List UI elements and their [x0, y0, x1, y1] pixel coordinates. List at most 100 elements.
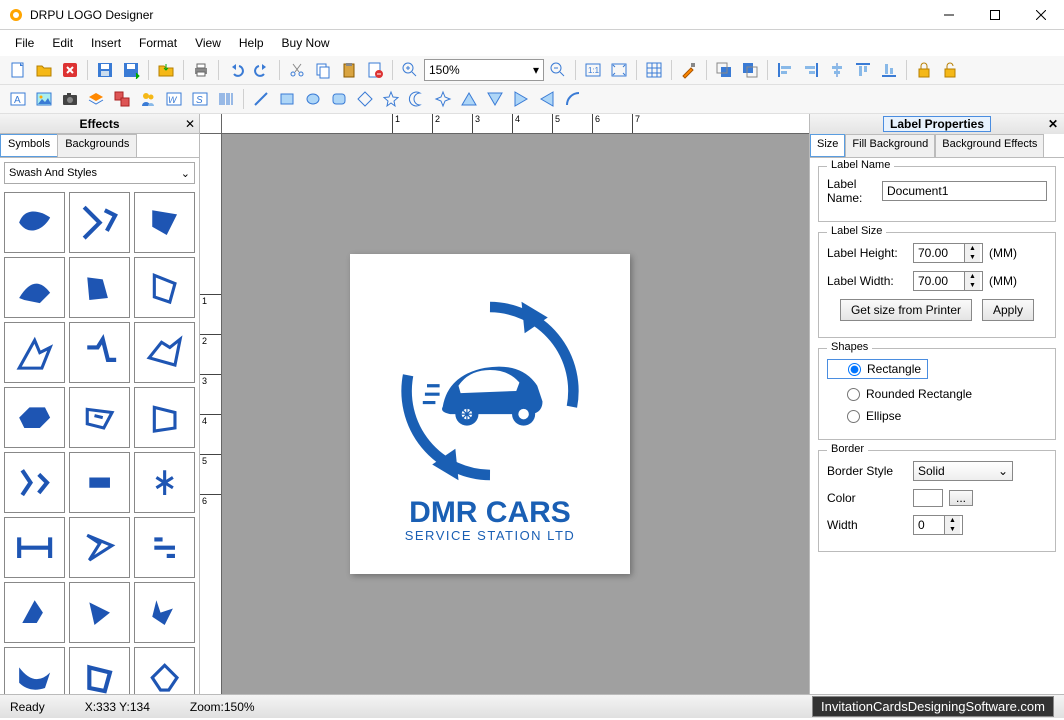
save-as-icon[interactable]: [119, 58, 143, 82]
rounded-rect-icon[interactable]: [327, 87, 351, 111]
zoom-in-icon[interactable]: [398, 58, 422, 82]
camera-icon[interactable]: [58, 87, 82, 111]
star4-icon[interactable]: [431, 87, 455, 111]
symbol-item[interactable]: [4, 452, 65, 513]
export-icon[interactable]: [154, 58, 178, 82]
close-file-icon[interactable]: [58, 58, 82, 82]
print-icon[interactable]: [189, 58, 213, 82]
apply-button[interactable]: Apply: [982, 299, 1034, 321]
align-bottom-icon[interactable]: [877, 58, 901, 82]
triangle-up-icon[interactable]: [457, 87, 481, 111]
insert-text-icon[interactable]: A: [6, 87, 30, 111]
delete-icon[interactable]: [363, 58, 387, 82]
symbol-item[interactable]: [69, 192, 130, 253]
new-icon[interactable]: [6, 58, 30, 82]
triangle-right-icon[interactable]: [509, 87, 533, 111]
star-icon[interactable]: [379, 87, 403, 111]
shape-rectangle-radio[interactable]: Rectangle: [827, 359, 928, 379]
wordart-icon[interactable]: W: [162, 87, 186, 111]
canvas-area[interactable]: 1 2 3 4 5 6 7 1 2 3 4 5 6: [200, 114, 809, 694]
person-icon[interactable]: [136, 87, 160, 111]
rectangle-icon[interactable]: [275, 87, 299, 111]
menu-view[interactable]: View: [186, 32, 230, 54]
grid-icon[interactable]: [642, 58, 666, 82]
design-canvas[interactable]: DMR CARS SERVICE STATION LTD: [350, 254, 630, 574]
open-icon[interactable]: [32, 58, 56, 82]
symbol-item[interactable]: [4, 322, 65, 383]
shape-rounded-rectangle-radio[interactable]: Rounded Rectangle: [827, 387, 1047, 401]
menu-insert[interactable]: Insert: [82, 32, 130, 54]
zoom-select[interactable]: 150%▾: [424, 59, 544, 81]
border-style-select[interactable]: Solid⌄: [913, 461, 1013, 481]
border-width-input[interactable]: ▲▼: [913, 515, 963, 535]
menu-buynow[interactable]: Buy Now: [273, 32, 339, 54]
symbol-category-select[interactable]: Swash And Styles⌄: [4, 162, 195, 184]
lock-icon[interactable]: [912, 58, 936, 82]
ellipse-icon[interactable]: [301, 87, 325, 111]
paste-icon[interactable]: [337, 58, 361, 82]
crescent-icon[interactable]: [405, 87, 429, 111]
copy-icon[interactable]: [311, 58, 335, 82]
symbol-item[interactable]: [4, 387, 65, 448]
menu-file[interactable]: File: [6, 32, 43, 54]
color-picker-icon[interactable]: [677, 58, 701, 82]
logo-title[interactable]: DMR CARS: [409, 496, 571, 530]
get-size-printer-button[interactable]: Get size from Printer: [840, 299, 972, 321]
symbol-item[interactable]: [134, 387, 195, 448]
align-center-icon[interactable]: [825, 58, 849, 82]
tab-background-effects[interactable]: Background Effects: [935, 134, 1044, 157]
fit-window-icon[interactable]: [607, 58, 631, 82]
properties-close-icon[interactable]: ✕: [1048, 117, 1058, 131]
logo-graphic[interactable]: [385, 286, 595, 496]
line-icon[interactable]: [249, 87, 273, 111]
arc-icon[interactable]: [561, 87, 585, 111]
symbol-item[interactable]: [4, 582, 65, 643]
symbol-item[interactable]: [134, 647, 195, 694]
border-color-swatch[interactable]: [913, 489, 943, 507]
symbol-item[interactable]: [69, 257, 130, 318]
undo-icon[interactable]: [224, 58, 248, 82]
symbol-item[interactable]: [4, 257, 65, 318]
barcode-icon[interactable]: [214, 87, 238, 111]
actual-size-icon[interactable]: 1:1: [581, 58, 605, 82]
zoom-out-icon[interactable]: [546, 58, 570, 82]
symbol-item[interactable]: [134, 517, 195, 578]
layers-icon[interactable]: [84, 87, 108, 111]
symbol-item[interactable]: [134, 322, 195, 383]
symbol-item[interactable]: [69, 517, 130, 578]
shape-ellipse-radio[interactable]: Ellipse: [827, 409, 1047, 423]
symbol-item[interactable]: [134, 257, 195, 318]
cut-icon[interactable]: [285, 58, 309, 82]
logo-subtitle[interactable]: SERVICE STATION LTD: [405, 528, 576, 543]
symbol-item[interactable]: [134, 192, 195, 253]
triangle-left-icon[interactable]: [535, 87, 559, 111]
align-left-icon[interactable]: [773, 58, 797, 82]
close-button[interactable]: [1018, 0, 1064, 30]
maximize-button[interactable]: [972, 0, 1018, 30]
symbol-item[interactable]: [69, 647, 130, 694]
minimize-button[interactable]: [926, 0, 972, 30]
tab-symbols[interactable]: Symbols: [0, 134, 58, 157]
symbol-icon[interactable]: S: [188, 87, 212, 111]
symbol-item[interactable]: [69, 452, 130, 513]
send-back-icon[interactable]: [738, 58, 762, 82]
tab-fill-background[interactable]: Fill Background: [845, 134, 935, 157]
bring-front-icon[interactable]: [712, 58, 736, 82]
triangle-down-icon[interactable]: [483, 87, 507, 111]
symbol-item[interactable]: [134, 582, 195, 643]
insert-image-icon[interactable]: [32, 87, 56, 111]
symbol-item[interactable]: [4, 517, 65, 578]
tab-backgrounds[interactable]: Backgrounds: [57, 134, 137, 157]
symbol-item[interactable]: [69, 322, 130, 383]
diamond-icon[interactable]: [353, 87, 377, 111]
effects-close-icon[interactable]: ✕: [185, 117, 195, 131]
symbol-item[interactable]: [69, 387, 130, 448]
label-width-input[interactable]: ▲▼: [913, 271, 983, 291]
label-height-input[interactable]: ▲▼: [913, 243, 983, 263]
menu-edit[interactable]: Edit: [43, 32, 82, 54]
redo-icon[interactable]: [250, 58, 274, 82]
symbol-item[interactable]: [4, 647, 65, 694]
menu-format[interactable]: Format: [130, 32, 186, 54]
border-color-more-button[interactable]: ...: [949, 490, 973, 506]
symbol-item[interactable]: [69, 582, 130, 643]
